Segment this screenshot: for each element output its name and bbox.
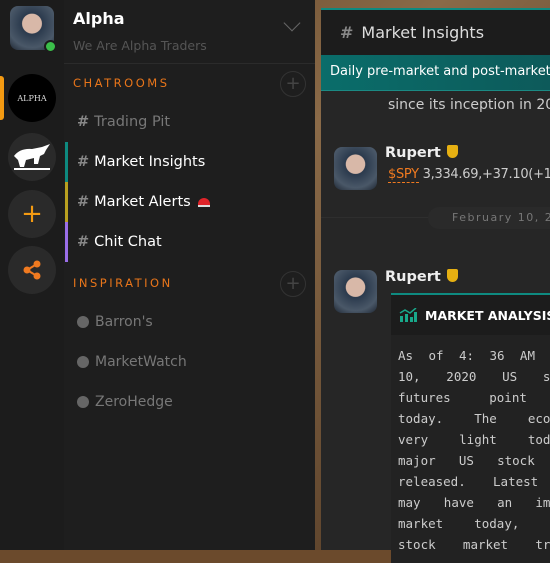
- card-title: MARKET ANALYSIS: [425, 307, 550, 323]
- server-alpha[interactable]: ALPHA: [8, 74, 56, 122]
- channel-label: Chit Chat: [94, 234, 162, 250]
- section-chatrooms: CHATROOMS: [73, 76, 170, 90]
- add-chatroom-button[interactable]: +: [280, 71, 306, 97]
- chevron-down-icon[interactable]: [283, 14, 301, 32]
- alpha-logo: ALPHA: [17, 93, 47, 103]
- link-label: ZeroHedge: [95, 394, 173, 410]
- server-bull[interactable]: [8, 133, 56, 181]
- selected-indicator: [0, 76, 4, 120]
- channel-topic: Daily pre-market and post-market: [321, 55, 550, 91]
- message-text: since its inception in 20: [388, 97, 550, 113]
- channel-label: Market Alerts: [94, 194, 191, 210]
- avatar[interactable]: [334, 147, 377, 190]
- globe-icon: [77, 356, 89, 368]
- hash-icon: #: [340, 23, 354, 42]
- message-text: $SPY 3,334.69,+37.10(+1.1: [388, 167, 550, 183]
- card-body: As of 4: 36 AM EST10, 2020 US stocfuture…: [398, 348, 550, 552]
- message-author[interactable]: Rupert: [385, 269, 458, 285]
- avatar[interactable]: [334, 270, 377, 313]
- hash-icon: #: [77, 234, 90, 250]
- channel-market-insights[interactable]: # Market Insights: [64, 142, 315, 182]
- online-status-icon: [44, 40, 57, 53]
- workspace-title: Alpha: [73, 9, 125, 28]
- link-marketwatch[interactable]: MarketWatch: [64, 342, 315, 382]
- share-icon: [23, 260, 41, 280]
- date-divider: February 10, 2: [428, 207, 550, 229]
- bull-icon: [14, 144, 50, 170]
- channel-sidebar: Alpha We Are Alpha Traders CHATROOMS + #…: [64, 0, 315, 550]
- link-label: MarketWatch: [95, 354, 187, 370]
- globe-icon: [77, 316, 89, 328]
- channel-trading-pit[interactable]: # Trading Pit: [64, 102, 315, 142]
- link-zerohedge[interactable]: ZeroHedge: [64, 382, 315, 422]
- add-inspiration-button[interactable]: +: [280, 271, 306, 297]
- workspace-subtitle: We Are Alpha Traders: [73, 38, 207, 53]
- hash-icon: #: [77, 154, 90, 170]
- shield-icon: [446, 145, 458, 158]
- plus-icon: +: [21, 199, 43, 229]
- chart-icon: [399, 308, 417, 322]
- channel-label: Trading Pit: [94, 114, 171, 130]
- chat-panel: # Market Insights Daily pre-market and po…: [321, 8, 550, 563]
- shield-icon: [446, 269, 458, 282]
- share-button[interactable]: [8, 246, 56, 294]
- section-inspiration: INSPIRATION: [73, 276, 173, 290]
- divider: [64, 63, 315, 64]
- server-bar: ALPHA +: [0, 0, 64, 550]
- siren-icon: [197, 197, 210, 207]
- add-server-button[interactable]: +: [8, 190, 56, 238]
- link-barrons[interactable]: Barron's: [64, 302, 315, 342]
- link-label: Barron's: [95, 314, 153, 330]
- market-analysis-card: MARKET ANALYSIS As of 4: 36 AM EST10, 20…: [391, 293, 550, 563]
- globe-icon: [77, 396, 89, 408]
- message-author[interactable]: Rupert: [385, 145, 458, 161]
- channel-title: Market Insights: [361, 23, 485, 42]
- chat-header: # Market Insights: [321, 10, 550, 55]
- hash-icon: #: [77, 194, 90, 210]
- ticker-link[interactable]: $SPY: [388, 167, 419, 183]
- hash-icon: #: [77, 114, 90, 130]
- channel-label: Market Insights: [94, 154, 206, 170]
- channel-market-alerts[interactable]: # Market Alerts: [64, 182, 315, 222]
- channel-chit-chat[interactable]: # Chit Chat: [64, 222, 315, 262]
